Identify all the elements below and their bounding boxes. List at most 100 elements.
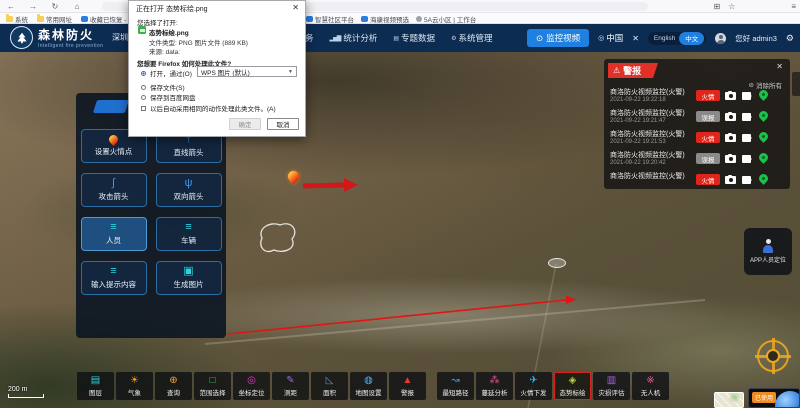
alert-status-button[interactable]: 误报 — [696, 153, 720, 164]
plot-tool-button[interactable]: ≡ 人员 — [81, 217, 147, 251]
language-chinese[interactable]: 中文 — [679, 32, 704, 45]
back-icon[interactable]: ← — [0, 0, 22, 13]
radio-unselected[interactable] — [141, 95, 146, 100]
reload-icon[interactable]: ↻ — [44, 0, 66, 13]
plot-tool-button[interactable]: ≡ 输入提示内容 — [81, 261, 147, 295]
map-toolbar-item[interactable]: ⁂ 蔓延分析 — [476, 372, 513, 400]
map-toolbar-item[interactable]: ✈ 火情下发 — [515, 372, 552, 400]
map-toolbar-label: 范围选择 — [200, 387, 226, 397]
camera-icon[interactable] — [725, 134, 736, 142]
camera-icon[interactable] — [725, 176, 736, 184]
location-pin-icon[interactable] — [757, 130, 770, 143]
alert-row[interactable]: 商洛防火视频监控(火警) 2021-09-22 19:22:18 火情 — [604, 86, 790, 107]
plot-tool-button[interactable]: ∫ 攻击箭头 — [81, 173, 147, 207]
screenshot-icon[interactable]: ⊞ — [713, 2, 720, 11]
alert-row[interactable]: 商洛防火视频监控(火警) 火情 — [604, 170, 790, 189]
map-toolbar-item[interactable]: ◍ 地图设置 — [350, 372, 387, 400]
video-camera-icon[interactable] — [742, 155, 751, 163]
save-netdisk-option[interactable]: 保存到百度网盘 — [141, 92, 196, 102]
home-icon[interactable]: ⌂ — [66, 0, 88, 13]
save-file-option[interactable]: 保存文件(S) — [141, 82, 185, 92]
avatar[interactable] — [715, 33, 726, 44]
checkbox-unchecked[interactable] — [141, 106, 146, 111]
remember-option[interactable]: 以后自动采用相同的动作处理此类文件。(A) — [141, 103, 276, 113]
map-toolbar-item[interactable]: ◈ 态势标绘 — [554, 372, 591, 400]
red-route-line — [228, 300, 566, 334]
map-toolbar-item[interactable]: ☀ 气象 — [116, 372, 153, 400]
bookmark-item[interactable]: 常用网址 — [37, 14, 72, 24]
open-with-select[interactable]: WPS 图片 (默认) ▼ — [197, 66, 297, 77]
monitor-video-button[interactable]: ⊙ 监控视频 — [527, 29, 589, 47]
nav-item[interactable]: ▤ 专题数据 — [393, 32, 435, 44]
dialog-close-icon[interactable]: ✕ — [292, 3, 299, 12]
plot-tool-button[interactable]: ≡ 车辆 — [156, 217, 222, 251]
plot-tool-label: 生成图片 — [174, 279, 204, 290]
map-toolbar-item[interactable]: ◺ 面积 — [311, 372, 348, 400]
alert-status-button[interactable]: 误报 — [696, 111, 720, 122]
collapsed-panel-tab[interactable] — [792, 72, 800, 96]
video-camera-icon[interactable] — [742, 176, 751, 184]
close-icon[interactable]: ✕ — [776, 62, 783, 71]
video-camera-icon[interactable] — [742, 134, 751, 142]
satellite-basemap-thumbnail[interactable]: 已使用 — [748, 388, 800, 408]
bookmark-star-icon[interactable]: ☆ — [728, 2, 735, 11]
ok-button[interactable]: 确定 — [229, 118, 261, 130]
satellite-map[interactable]: 设置火情点 ↑ 直线箭头 ∫ 攻击箭头 ψ 双向箭头 — [0, 52, 800, 408]
map-toolbar-label: 面积 — [323, 387, 336, 397]
location-pin-icon[interactable] — [757, 109, 770, 122]
radio-unselected[interactable] — [141, 85, 146, 90]
cancel-button[interactable]: 取消 — [267, 118, 299, 130]
camera-icon[interactable] — [725, 113, 736, 121]
plot-tool-button[interactable]: ▣ 生成图片 — [156, 261, 222, 295]
language-english[interactable]: English — [654, 35, 675, 42]
forward-icon[interactable]: → — [22, 0, 44, 13]
video-camera-icon[interactable] — [742, 113, 751, 121]
map-toolbar-item[interactable]: ↝ 最短路径 — [437, 372, 474, 400]
bookmark-item[interactable]: 系统 — [6, 14, 28, 24]
map-toolbar-item[interactable]: ▤ 图层 — [77, 372, 114, 400]
map-toolbar-item[interactable]: □ 范围选择 — [194, 372, 231, 400]
bookmark-label: 智慧社区平台 — [315, 14, 354, 24]
nav-item[interactable]: ▂▅▇ 统计分析 — [330, 32, 378, 44]
fire-marker-icon[interactable] — [286, 169, 302, 185]
country-selector[interactable]: ◎ 中国 — [598, 32, 623, 44]
bookmark-icon — [37, 16, 44, 22]
map-toolbar-item[interactable]: ⊕ 查询 — [155, 372, 192, 400]
radio-selected[interactable] — [141, 71, 146, 76]
compass-gyro-control[interactable] — [755, 338, 791, 374]
video-camera-icon[interactable] — [742, 92, 751, 100]
bookmark-icon — [6, 16, 13, 22]
nav-item[interactable]: ⚙ 系统管理 — [451, 32, 492, 44]
alert-row[interactable]: 商洛防火视频监控(火警) 2021-09-22 19:21:53 火情 — [604, 128, 790, 149]
camera-icon[interactable] — [725, 155, 736, 163]
camera-icon[interactable] — [725, 92, 736, 100]
language-toggle[interactable]: English 中文 — [648, 32, 706, 45]
gear-icon[interactable]: ⚙ — [786, 33, 794, 44]
map-toolbar-item[interactable]: ※ 无人机 — [632, 372, 669, 400]
alert-status-button[interactable]: 火情 — [696, 132, 720, 143]
fullscreen-icon[interactable]: ✕ — [632, 34, 639, 43]
menu-icon[interactable]: ≡ — [791, 2, 796, 11]
open-with-option[interactable]: 打开，通过(O) — [141, 68, 192, 78]
location-pin-icon[interactable] — [757, 88, 770, 101]
map-toolbar-item[interactable]: ✎ 测距 — [272, 372, 309, 400]
bookmark-item[interactable]: 5A云小区 | 工作台 — [416, 14, 476, 24]
alert-row[interactable]: 商洛防火视频监控(火警) 2021-09-22 19:21:47 误报 — [604, 107, 790, 128]
alert-status-button[interactable]: 火情 — [696, 90, 720, 101]
location-pin-icon[interactable] — [757, 172, 770, 185]
map-toolbar-item[interactable]: ▲ 警报 — [389, 372, 426, 400]
plot-tool-label: 人员 — [106, 235, 121, 246]
app-personnel-locator[interactable]: APP人员定位 — [744, 228, 792, 275]
street-basemap-thumbnail[interactable] — [714, 392, 744, 408]
alert-row[interactable]: 商洛防火视频监控(火警) 2021-09-22 19:20:42 误报 — [604, 149, 790, 170]
bookmark-item[interactable]: 海康视频预选 — [361, 14, 409, 24]
brand: 森林防火 Intelligent fire prevention — [10, 26, 103, 49]
location-pin-icon[interactable] — [757, 151, 770, 164]
plot-tool-button[interactable]: ψ 双向箭头 — [156, 173, 222, 207]
map-toolbar-item[interactable]: ▥ 灾损评估 — [593, 372, 630, 400]
alert-panel-title: 警报 — [623, 64, 641, 77]
bookmark-item[interactable]: 智慧社区平台 — [306, 14, 354, 24]
alert-status-button[interactable]: 火情 — [696, 174, 720, 185]
map-toolbar-item[interactable]: ◎ 坐标定位 — [233, 372, 270, 400]
spread-analysis-icon: ⁂ — [490, 376, 500, 386]
